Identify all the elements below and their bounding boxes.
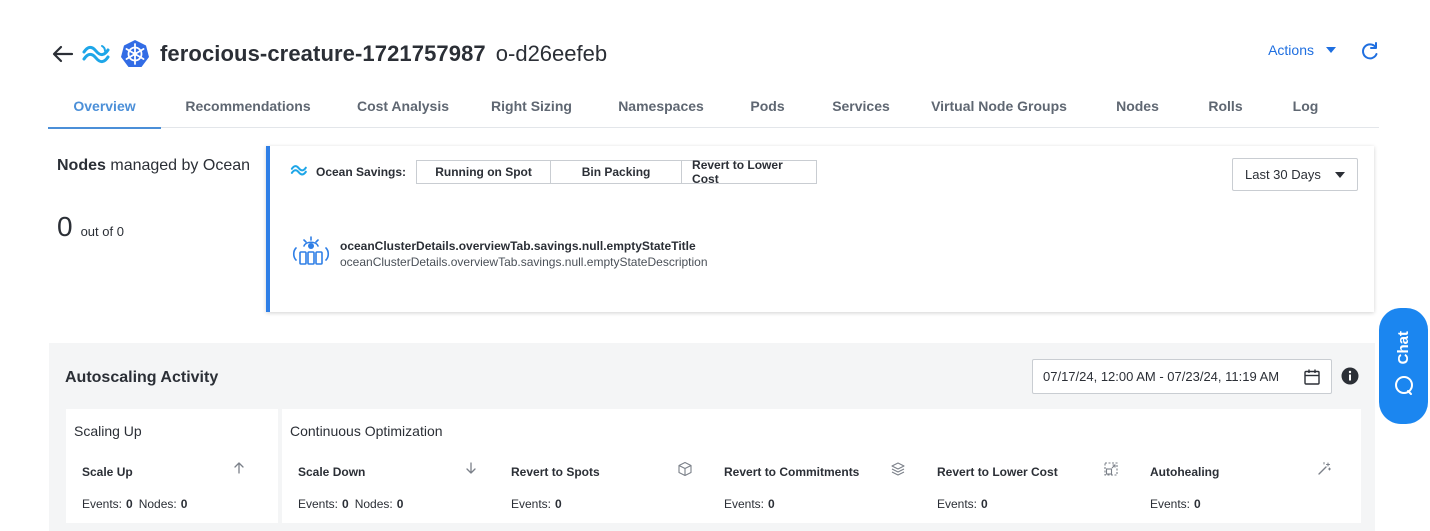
date-range-picker[interactable]: 07/17/24, 12:00 AM - 07/23/24, 11:19 AM <box>1032 359 1332 394</box>
savings-label: Ocean Savings: <box>316 165 407 179</box>
events-value: 0 <box>768 497 775 511</box>
events-value: 0 <box>981 497 988 511</box>
ocean-savings-card: Ocean Savings: Running on Spot Bin Packi… <box>266 146 1374 312</box>
tab-bar: Overview Recommendations Cost Analysis R… <box>48 84 1379 129</box>
tab-right-sizing[interactable]: Right Sizing <box>484 84 579 128</box>
resize-icon <box>1103 461 1119 477</box>
arrow-down-icon <box>464 461 480 477</box>
scale-up-metric: Scale Up Events: 0 Nodes: 0 <box>82 462 262 511</box>
nodes-title: Nodes managed by Ocean <box>57 157 257 175</box>
chat-icon <box>1393 374 1415 401</box>
tab-nodes[interactable]: Nodes <box>1110 84 1165 128</box>
tab-pods[interactable]: Pods <box>740 84 795 128</box>
cube-icon <box>677 461 693 477</box>
scaling-up-title: Scaling Up <box>74 423 142 439</box>
events-label: Events: <box>937 497 978 511</box>
autoscaling-title: Autoscaling Activity <box>65 369 219 386</box>
revert-to-spots-metric: Revert to Spots Events: 0 <box>511 461 707 511</box>
info-icon[interactable] <box>1341 367 1359 385</box>
page-header: ferocious-creature-1721757987 o-d26eefeb… <box>50 36 1380 72</box>
savings-segmented-control: Running on Spot Bin Packing Revert to Lo… <box>416 158 818 186</box>
autohealing-values: Events: 0 <box>1150 497 1207 511</box>
back-arrow-icon[interactable] <box>50 41 76 67</box>
savings-empty-description: oceanClusterDetails.overviewTab.savings.… <box>340 254 708 269</box>
nodes-value: 0 <box>180 497 188 511</box>
tab-overview[interactable]: Overview <box>48 84 161 129</box>
chevron-down-icon <box>1335 172 1345 178</box>
events-label: Events: <box>1150 497 1191 511</box>
tab-services[interactable]: Services <box>826 84 896 128</box>
actions-dropdown[interactable]: Actions <box>1268 42 1336 58</box>
scale-down-metric: Scale Down Events: 0 Nodes: 0 <box>298 462 494 511</box>
refresh-icon[interactable] <box>1360 41 1380 61</box>
events-label: Events: <box>511 497 552 511</box>
events-value: 0 <box>555 497 562 511</box>
nodes-title-bold: Nodes <box>57 157 106 174</box>
revert-to-spots-values: Events: 0 <box>511 497 568 511</box>
calendar-icon[interactable] <box>1303 368 1321 386</box>
ocean-logo-icon <box>290 163 310 182</box>
tab-cost-analysis[interactable]: Cost Analysis <box>348 84 458 128</box>
savings-range-value: Last 30 Days <box>1245 167 1321 182</box>
segment-bin-packing[interactable]: Bin Packing <box>551 161 683 183</box>
savings-header: Ocean Savings: Running on Spot Bin Packi… <box>290 158 818 186</box>
actions-label: Actions <box>1268 42 1314 58</box>
tab-log[interactable]: Log <box>1278 84 1333 128</box>
events-value: 0 <box>126 497 133 511</box>
cluster-id: o-d26eefeb <box>495 41 608 66</box>
chat-label: Chat <box>1395 330 1412 365</box>
segment-running-on-spot[interactable]: Running on Spot <box>417 161 552 183</box>
layers-icon <box>890 461 906 477</box>
savings-empty-icon <box>290 234 332 273</box>
events-label: Events: <box>298 497 339 511</box>
savings-empty-title: oceanClusterDetails.overviewTab.savings.… <box>340 238 696 253</box>
continuous-optimization-title: Continuous Optimization <box>290 423 443 439</box>
continuous-optimization-card: Continuous Optimization Scale Down Event… <box>282 409 1361 523</box>
autohealing-metric: Autohealing Events: 0 <box>1150 462 1346 511</box>
segment-revert-to-lower-cost[interactable]: Revert to Lower Cost <box>682 158 817 186</box>
revert-to-lower-cost-metric: Revert to Lower Cost Events: 0 <box>937 462 1133 511</box>
scaling-up-card: Scaling Up Scale Up Events: 0 Nodes: 0 <box>66 409 278 523</box>
revert-to-lower-cost-values: Events: 0 <box>937 497 994 511</box>
savings-range-select[interactable]: Last 30 Days <box>1232 158 1358 191</box>
revert-to-commitments-metric: Revert to Commitments Events: 0 <box>724 462 920 511</box>
ocean-logo-icon <box>82 40 114 68</box>
events-label: Events: <box>82 497 123 511</box>
chat-button[interactable]: Chat <box>1379 308 1428 424</box>
tab-namespaces[interactable]: Namespaces <box>611 84 711 128</box>
nodes-title-rest: managed by Ocean <box>110 157 251 174</box>
savings-empty-state: oceanClusterDetails.overviewTab.savings.… <box>290 234 708 273</box>
autoscaling-activity: Autoscaling Activity 07/17/24, 12:00 AM … <box>49 343 1375 531</box>
nodes-label: Nodes: <box>138 497 177 511</box>
scale-up-values: Events: 0 Nodes: 0 <box>82 497 193 511</box>
revert-to-commitments-values: Events: 0 <box>724 497 781 511</box>
tab-rolls[interactable]: Rolls <box>1198 84 1253 128</box>
events-value: 0 <box>342 497 349 511</box>
kubernetes-icon <box>120 39 150 69</box>
nodes-summary: Nodes managed by Ocean 0 out of 0 <box>57 157 257 242</box>
tab-virtual-node-groups[interactable]: Virtual Node Groups <box>929 84 1069 128</box>
arrow-up-icon <box>232 461 248 477</box>
date-range-value: 07/17/24, 12:00 AM - 07/23/24, 11:19 AM <box>1043 369 1280 384</box>
magic-wand-icon <box>1316 461 1332 477</box>
scale-down-values: Events: 0 Nodes: 0 <box>298 497 409 511</box>
events-label: Events: <box>724 497 765 511</box>
chevron-down-icon <box>1326 47 1336 53</box>
nodes-value: 0 <box>396 497 404 511</box>
nodes-count-value: 0 <box>57 211 73 242</box>
nodes-count: 0 out of 0 <box>57 211 124 243</box>
cluster-name: ferocious-creature-1721757987 <box>160 41 486 66</box>
events-value: 0 <box>1194 497 1201 511</box>
nodes-count-total: out of 0 <box>80 224 124 239</box>
nodes-label: Nodes: <box>354 497 393 511</box>
tab-recommendations[interactable]: Recommendations <box>178 84 318 128</box>
